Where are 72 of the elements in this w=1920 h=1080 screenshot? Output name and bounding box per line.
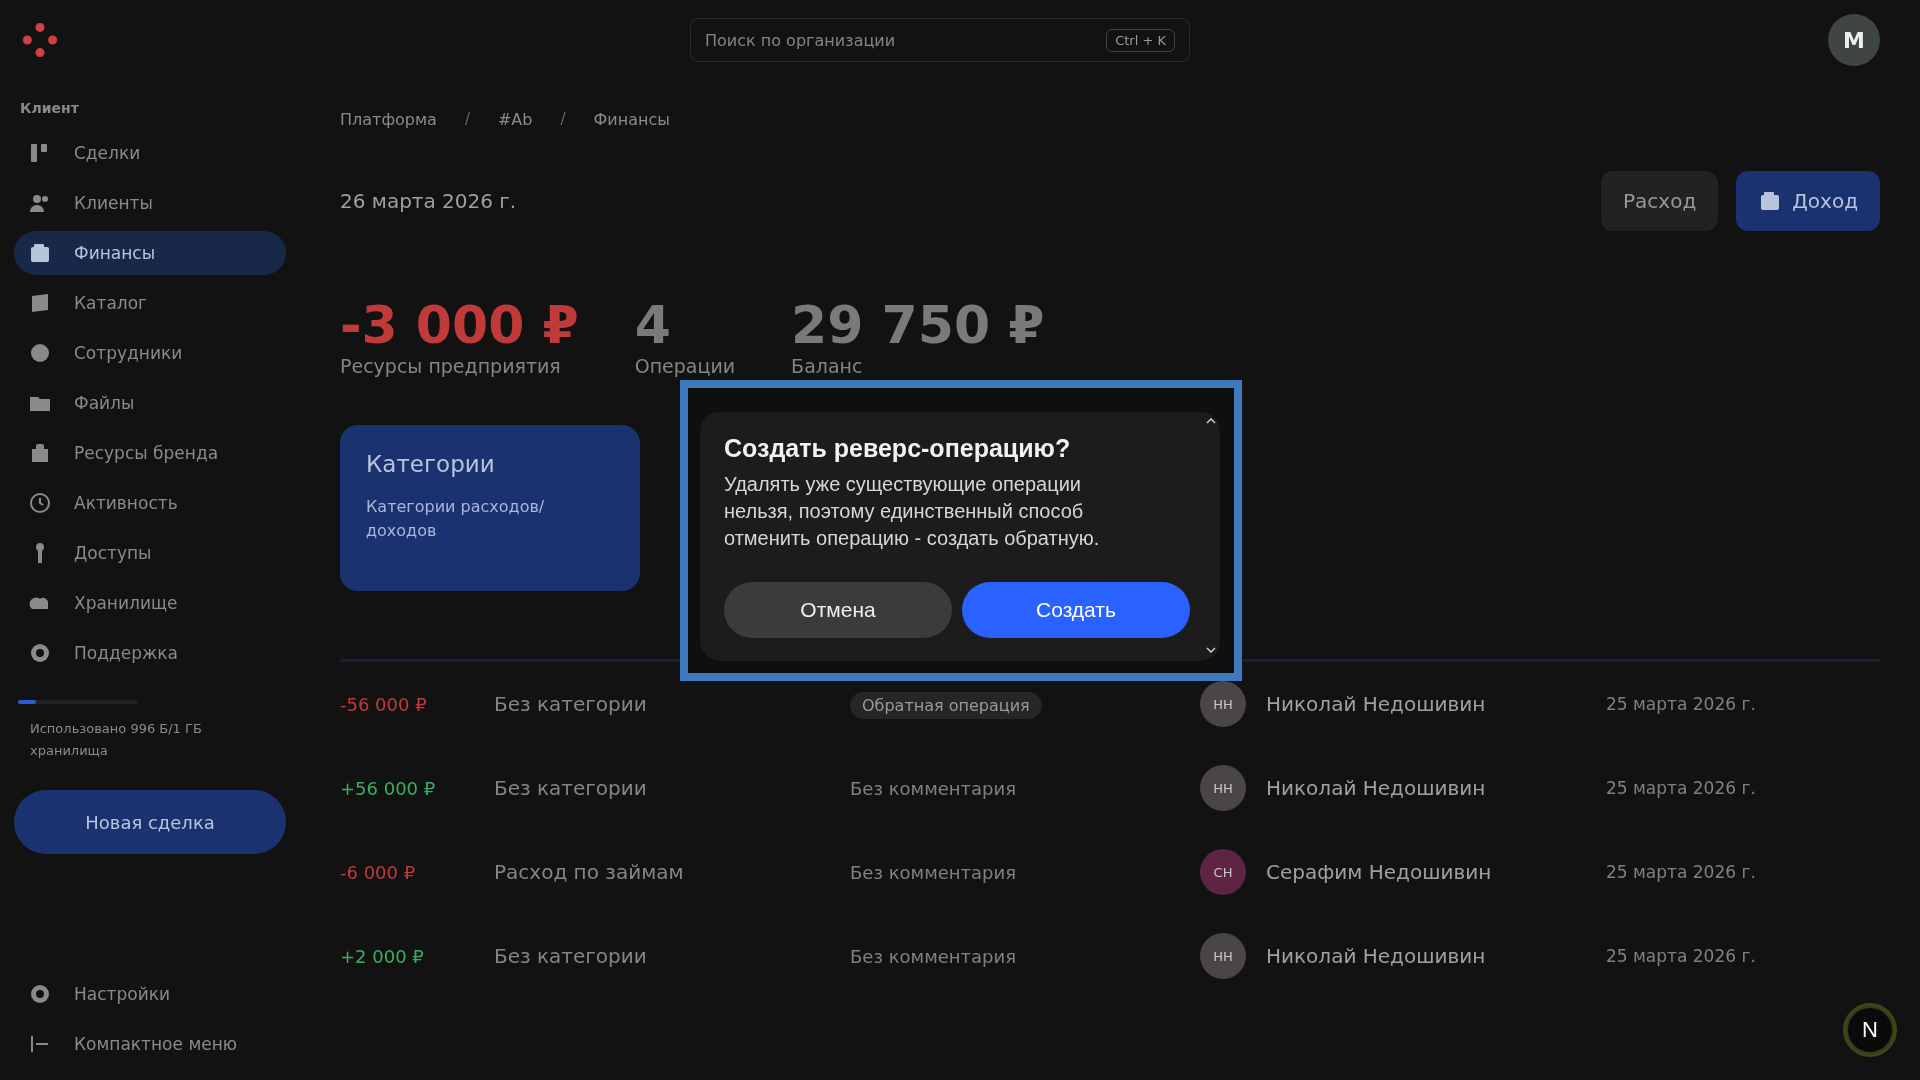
breadcrumb-link[interactable]: #Ab — [497, 110, 533, 129]
category-cell-text: Без категории — [494, 944, 648, 968]
breadcrumb-separator: / — [464, 110, 470, 129]
user-avatar[interactable]: М — [1828, 14, 1880, 66]
sidebar-item[interactable]: Сделки — [14, 131, 286, 175]
breadcrumb-link[interactable]: Платформа — [340, 110, 437, 129]
category-cell-text: Расход по займам — [494, 860, 685, 884]
sidebar-item[interactable]: Финансы — [14, 231, 286, 275]
wallet-icon — [28, 241, 52, 265]
stat-value: -3 000 ₽ — [340, 295, 579, 355]
dialog-text: Удалять уже существующие операции нельзя, поэтому единственный способ отменить операцию - создать обратную. — [724, 472, 1101, 551]
comment-cell: Без комментария — [850, 862, 1017, 883]
amount-cell-text: -56 000 ₽ — [340, 693, 428, 715]
sidebar-item[interactable]: Каталог — [14, 281, 286, 325]
comment-cell: Без комментария — [850, 946, 1017, 967]
person-name: Николай Недошивин — [1265, 776, 1487, 800]
sidebar-item[interactable]: Активность — [14, 481, 286, 525]
user-avatar: НН — [1200, 765, 1246, 811]
sidebar-item[interactable]: Доступы — [14, 531, 286, 575]
sidebar-item[interactable]: Файлы — [14, 381, 286, 425]
logo-icon — [22, 22, 58, 58]
stat-value: 4 — [634, 295, 672, 355]
person-name: Серафим Недошивин — [1265, 860, 1493, 884]
sidebar-item[interactable]: Настройки — [14, 972, 286, 1016]
clock-icon — [28, 491, 52, 515]
sidebar-item[interactable]: Компактное меню — [14, 1022, 286, 1066]
breadcrumb-separator: / — [560, 110, 566, 129]
user-avatar: СН — [1200, 849, 1246, 895]
scroll-up-icon[interactable] — [1206, 418, 1216, 424]
cancel-button[interactable]: Отмена — [724, 582, 952, 638]
user-avatar: НН — [1200, 933, 1246, 979]
category-cell-text: Без категории — [494, 776, 648, 800]
amount-cell-text: +56 000 ₽ — [340, 777, 437, 799]
scroll-down-icon[interactable] — [1206, 647, 1216, 653]
category-card[interactable]: Категории Категории расходов/доходов — [340, 425, 640, 591]
person-name: Николай Недошивин — [1265, 692, 1487, 716]
new-deal-button[interactable]: Новая сделка — [14, 790, 286, 854]
date-cell: 25 марта 2026 г. — [1606, 778, 1756, 798]
expense-button[interactable]: Расход — [1601, 171, 1719, 231]
date-cell: 25 марта 2026 г. — [1606, 862, 1756, 882]
sidebar-item[interactable]: Хранилище — [14, 581, 286, 625]
storage-text: Использовано 996 Б/1 ГБ хранилища — [29, 720, 203, 760]
search-field[interactable]: Поиск по организации Ctrl + K — [690, 18, 1190, 62]
settings-icon — [28, 641, 52, 665]
dialog-title: Создать реверс-операцию? — [724, 434, 1072, 463]
breadcrumb-link[interactable]: Финансы — [593, 110, 670, 129]
stat-label: Баланс — [791, 355, 864, 377]
category-cell-text: Без категории — [494, 692, 648, 716]
sidebar-item[interactable]: Клиенты — [14, 181, 286, 225]
user-avatar: НН — [1200, 681, 1246, 727]
shortcut-badge: Ctrl + K — [1106, 28, 1175, 52]
operation-tag: Обратная операция — [850, 692, 1042, 719]
comment-cell: Без комментария — [850, 778, 1017, 799]
income-button[interactable]: Доход — [1736, 171, 1880, 231]
card-title: Категории — [366, 451, 496, 477]
section-label: Клиент — [19, 99, 80, 118]
date-cell: 25 марта 2026 г. — [1606, 694, 1756, 714]
sidebar-item[interactable]: Поддержка — [14, 631, 286, 675]
amount-cell-text: -6 000 ₽ — [340, 861, 417, 883]
date-cell: 25 марта 2026 г. — [1606, 946, 1756, 966]
settings-icon — [28, 982, 52, 1006]
stat-label: Операции — [634, 355, 736, 377]
create-button[interactable]: Создать — [962, 582, 1190, 638]
date-title: 26 марта 2026 г. — [340, 189, 517, 213]
person-name: Николай Недошивин — [1265, 944, 1487, 968]
sidebar-item[interactable]: Ресурсы бренда — [14, 431, 286, 475]
sidebar-item[interactable]: Сотрудники — [14, 331, 286, 375]
card-text: Категории расходов/доходов — [366, 496, 546, 542]
amount-cell-text: +2 000 ₽ — [340, 945, 425, 967]
dev-badge[interactable]: N — [1846, 1006, 1894, 1054]
stat-value: 29 750 ₽ — [791, 295, 1045, 355]
stat-label: Ресурсы предприятия — [340, 355, 562, 377]
